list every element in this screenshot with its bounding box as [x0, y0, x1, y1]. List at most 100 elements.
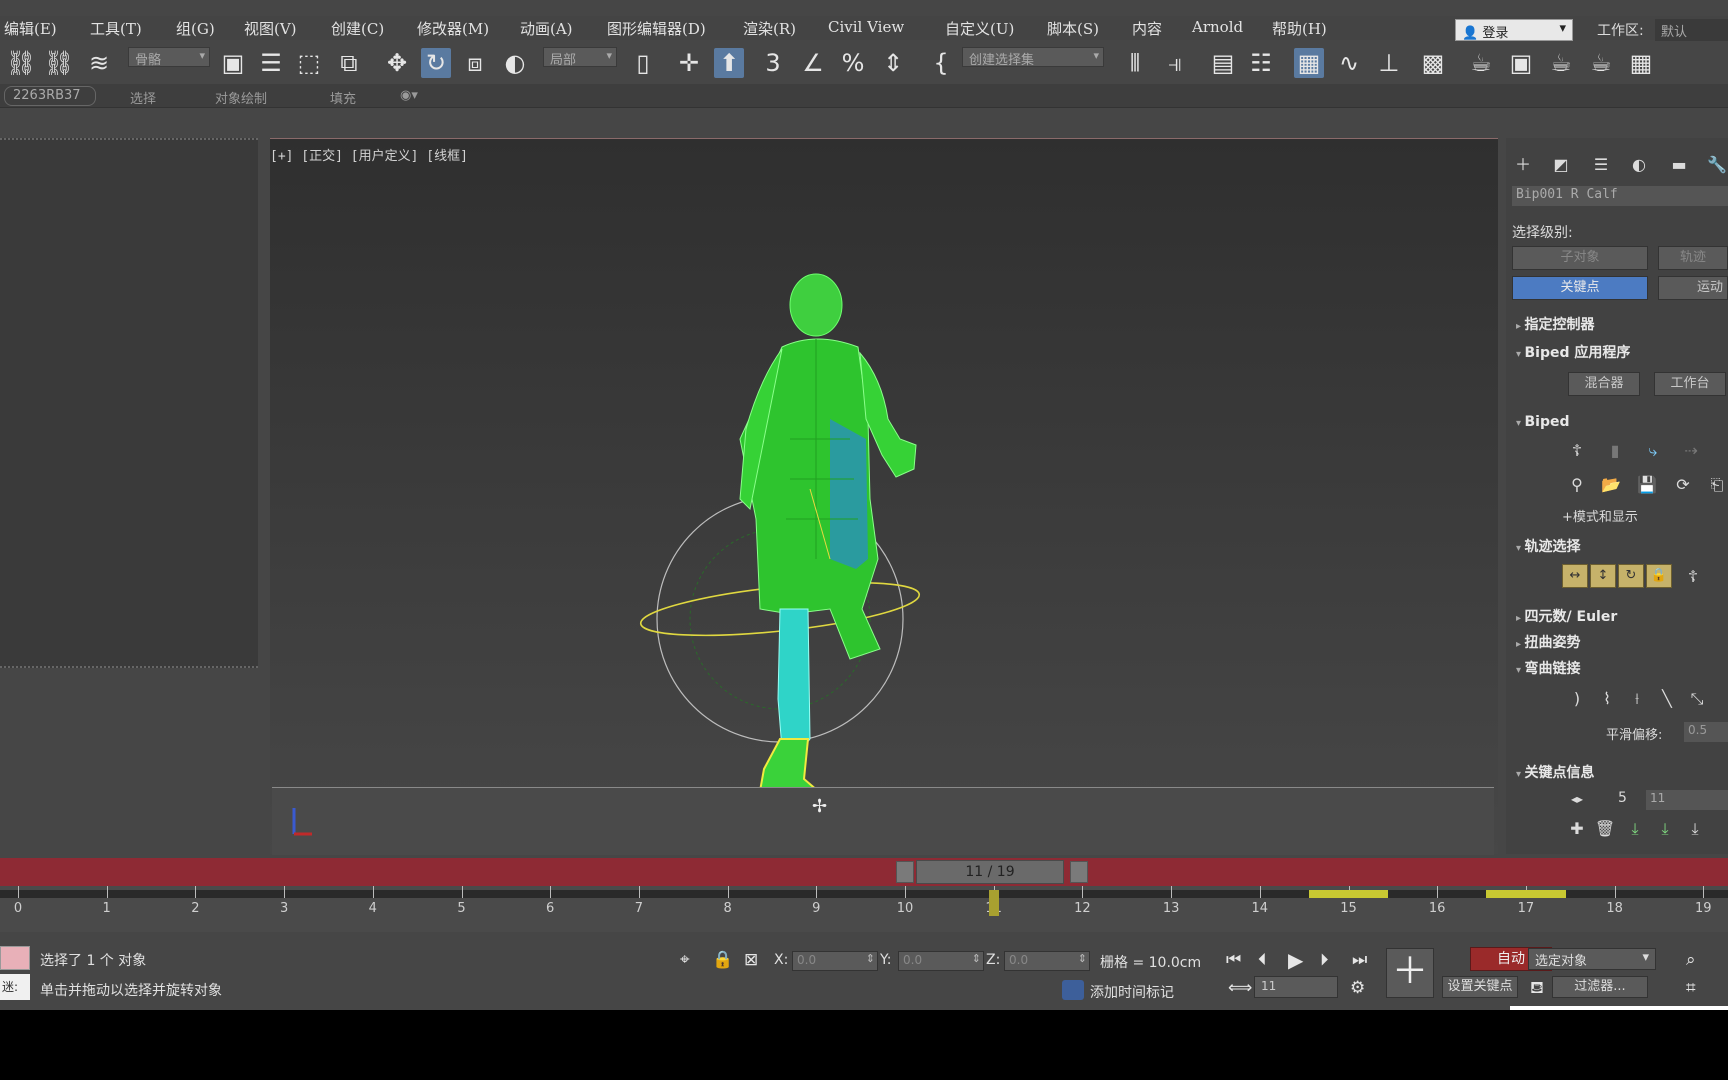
menu-rendering[interactable]: 渲染(R) — [743, 18, 796, 39]
scene-explorer-panel[interactable] — [0, 138, 258, 668]
pivot-center-icon[interactable]: ▯ — [628, 48, 658, 78]
rollout-biped-apps[interactable]: Biped 应用程序 — [1516, 342, 1631, 362]
current-frame-field[interactable]: 11 — [1254, 976, 1338, 998]
key-mode-toggle-icon[interactable]: ⟺ — [1228, 978, 1252, 998]
menu-civil-view[interactable]: Civil View — [828, 18, 904, 36]
mirror-icon[interactable]: ⫴ — [1120, 48, 1150, 78]
smooth-bias-field[interactable]: 0.5 — [1684, 722, 1728, 742]
body-vertical-button[interactable]: ↕ — [1590, 564, 1616, 588]
display-tab-icon[interactable]: ▬ — [1668, 154, 1690, 176]
viewport-orthographic[interactable]: [+] [正交] [用户定义] [线框] ✢ — [270, 138, 1498, 855]
maxscript-listener[interactable]: 迷: — [0, 974, 30, 1000]
key-marker[interactable] — [1485, 890, 1566, 898]
login-dropdown[interactable]: 👤 登录 — [1455, 19, 1573, 41]
render-production-icon[interactable]: ☕ — [1546, 48, 1576, 78]
zoom-icon[interactable]: ⌕ — [1686, 950, 1696, 970]
set-keys-big-button[interactable]: ＋ — [1386, 948, 1434, 998]
menu-edit[interactable]: 编辑(E) — [4, 18, 57, 39]
key-marker[interactable] — [1308, 890, 1389, 898]
selection-filter-dropdown[interactable]: 骨骼 — [128, 47, 210, 68]
next-key-icon[interactable]: ⏵ — [1320, 950, 1329, 970]
y-coordinate-field[interactable]: 0.0 — [898, 951, 984, 971]
time-config-icon[interactable]: ⚙ — [1350, 978, 1365, 998]
prev-next-key-icon[interactable]: ◂▸ — [1566, 788, 1588, 810]
create-tab-icon[interactable]: ＋ — [1512, 154, 1534, 176]
save-file-icon[interactable]: 💾 — [1636, 474, 1658, 496]
set-key-button[interactable]: 设置关键点 — [1442, 976, 1518, 998]
body-horizontal-button[interactable]: ↔ — [1562, 564, 1588, 588]
lock-selection-icon[interactable]: 🔒 — [712, 950, 733, 970]
biped-wireframe[interactable] — [270, 139, 1498, 789]
load-file-icon[interactable]: 📂 — [1600, 474, 1622, 496]
ribbon-tab-modeling[interactable]: 2263RB37 — [4, 86, 96, 106]
rollout-twist-poses[interactable]: 扭曲姿势 — [1516, 632, 1581, 652]
mixer-button[interactable]: 混合器 — [1568, 372, 1640, 396]
key-time-field[interactable]: 11 — [1646, 790, 1728, 810]
play-icon[interactable]: ▶ — [1288, 948, 1303, 972]
menu-group[interactable]: 组(G) — [176, 18, 215, 39]
bend-links-mode-icon[interactable]: ) — [1566, 688, 1588, 710]
keyframing-button[interactable]: 关键点 — [1512, 276, 1648, 300]
rect-selection-icon[interactable]: ⬚ — [294, 48, 324, 78]
rollout-assign-controller[interactable]: 指定控制器 — [1516, 314, 1595, 334]
ribbon-toggle-icon[interactable]: ▦ — [1294, 48, 1324, 78]
schematic-view-icon[interactable]: ⊥ — [1374, 48, 1404, 78]
unlink-icon[interactable]: ⛓ — [44, 48, 74, 78]
motion-tab-icon[interactable]: ◐ — [1628, 154, 1650, 176]
object-name-field[interactable]: Bip001 R Calf — [1512, 186, 1728, 206]
rollout-quaternion[interactable]: 四元数/ Euler — [1516, 606, 1618, 626]
field-of-view-icon[interactable]: ⌗ — [1686, 978, 1696, 998]
twist-links-mode-icon[interactable]: ⌇ — [1596, 688, 1618, 710]
motion-flow-icon[interactable]: ⤷ — [1642, 440, 1664, 462]
menu-help[interactable]: 帮助(H) — [1272, 18, 1327, 39]
absolute-mode-icon[interactable]: ⊠ — [744, 950, 758, 970]
rollout-key-info[interactable]: 关键点信息 — [1516, 762, 1595, 782]
go-to-end-icon[interactable]: ⏭ — [1352, 950, 1367, 970]
mixer-mode-icon[interactable]: ⇢ — [1680, 440, 1702, 462]
isolate-selection-icon[interactable]: ⌖ — [680, 950, 690, 970]
menu-arnold[interactable]: Arnold — [1192, 18, 1243, 36]
set-sliding-key-icon[interactable]: ⤓ — [1654, 818, 1676, 840]
selection-color-swatch[interactable] — [0, 946, 30, 970]
current-time-marker[interactable] — [988, 890, 999, 916]
set-key-icon[interactable]: ✚ — [1566, 818, 1588, 840]
render-gallery-icon[interactable]: ▦ — [1626, 48, 1656, 78]
place-icon[interactable]: ◐ — [500, 48, 530, 78]
keyboard-shortcut-icon[interactable]: ⬆ — [714, 48, 744, 78]
edit-named-selection-icon[interactable]: { — [926, 48, 956, 78]
window-crossing-icon[interactable]: ⧉ — [334, 48, 364, 78]
render-cloud-icon[interactable]: ☕ — [1586, 48, 1616, 78]
select-manipulate-icon[interactable]: ✛ — [674, 48, 704, 78]
menu-animation[interactable]: 动画(A) — [520, 18, 573, 39]
menu-content[interactable]: 内容 — [1132, 18, 1162, 39]
prev-frame-button[interactable] — [896, 861, 914, 883]
twist-individual-icon[interactable]: ⟊ — [1626, 688, 1648, 710]
link-icon[interactable]: ⛓ — [6, 48, 36, 78]
rollout-biped[interactable]: Biped — [1516, 414, 1570, 430]
reference-coord-dropdown[interactable]: 局部 — [543, 47, 617, 68]
rendered-frame-icon[interactable]: ▣ — [1506, 48, 1536, 78]
named-selection-dropdown[interactable]: 创建选择集 — [962, 47, 1104, 68]
modes-display-rollout[interactable]: +模式和显示 — [1562, 506, 1638, 525]
curve-editor-icon[interactable]: ∿ — [1334, 48, 1364, 78]
prev-key-icon[interactable]: ⏴ — [1258, 950, 1267, 970]
angle-snap-icon[interactable]: ∠ — [798, 48, 828, 78]
render-setup-icon[interactable]: ☕ — [1466, 48, 1496, 78]
ribbon-tab-populate[interactable]: 填充 — [330, 88, 356, 107]
time-slider[interactable]: 11 / 19 — [0, 858, 1728, 886]
ribbon-tab-object-paint[interactable]: 对象绘制 — [215, 88, 267, 107]
x-coordinate-field[interactable]: 0.0 — [792, 951, 878, 971]
spinner-snap-icon[interactable]: ⇕ — [878, 48, 908, 78]
percent-snap-icon[interactable]: % — [838, 48, 868, 78]
symmetrical-icon[interactable]: ☦ — [1682, 566, 1704, 588]
key-filters-button[interactable]: 过滤器... — [1552, 976, 1648, 998]
lock-com-button[interactable]: 🔒 — [1646, 564, 1672, 588]
set-free-key-icon[interactable]: ⤓ — [1684, 818, 1706, 840]
workspace-dropdown[interactable]: 默认 — [1655, 19, 1728, 41]
delete-key-icon[interactable]: 🗑 — [1594, 818, 1616, 840]
footstep-mode-icon[interactable]: ▮ — [1604, 440, 1626, 462]
menu-tools[interactable]: 工具(T) — [90, 18, 142, 39]
move-icon[interactable]: ✥ — [382, 48, 412, 78]
zero-twist-icon[interactable]: ⤡ — [1686, 688, 1708, 710]
figure-mode-icon[interactable]: ☦ — [1566, 440, 1588, 462]
